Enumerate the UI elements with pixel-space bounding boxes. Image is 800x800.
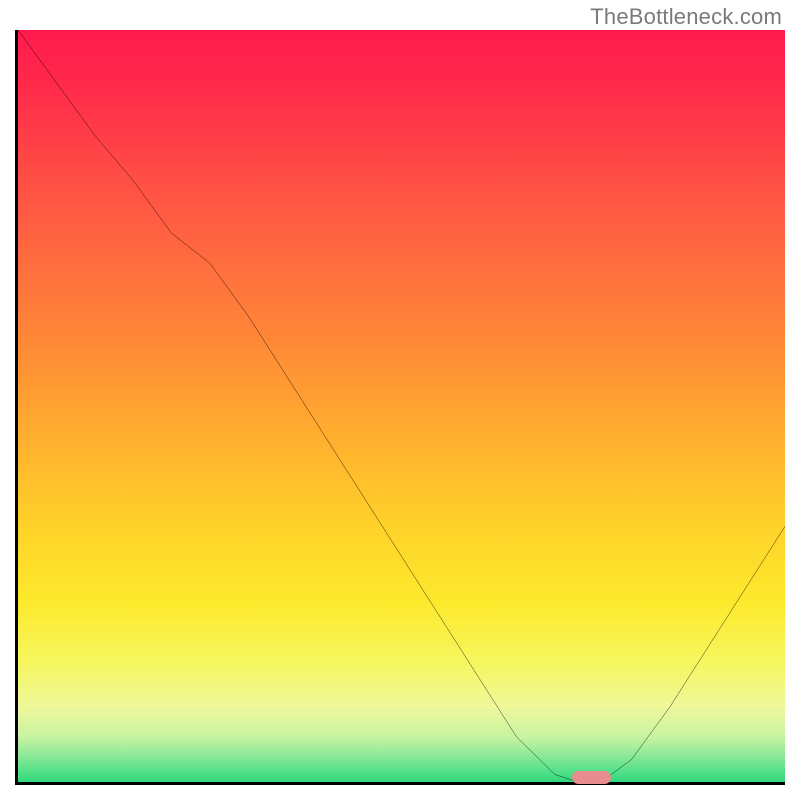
optimal-range-marker [572,771,611,784]
chart-plot-area [15,30,785,785]
bottleneck-curve [18,30,785,782]
watermark-text: TheBottleneck.com [590,4,782,30]
